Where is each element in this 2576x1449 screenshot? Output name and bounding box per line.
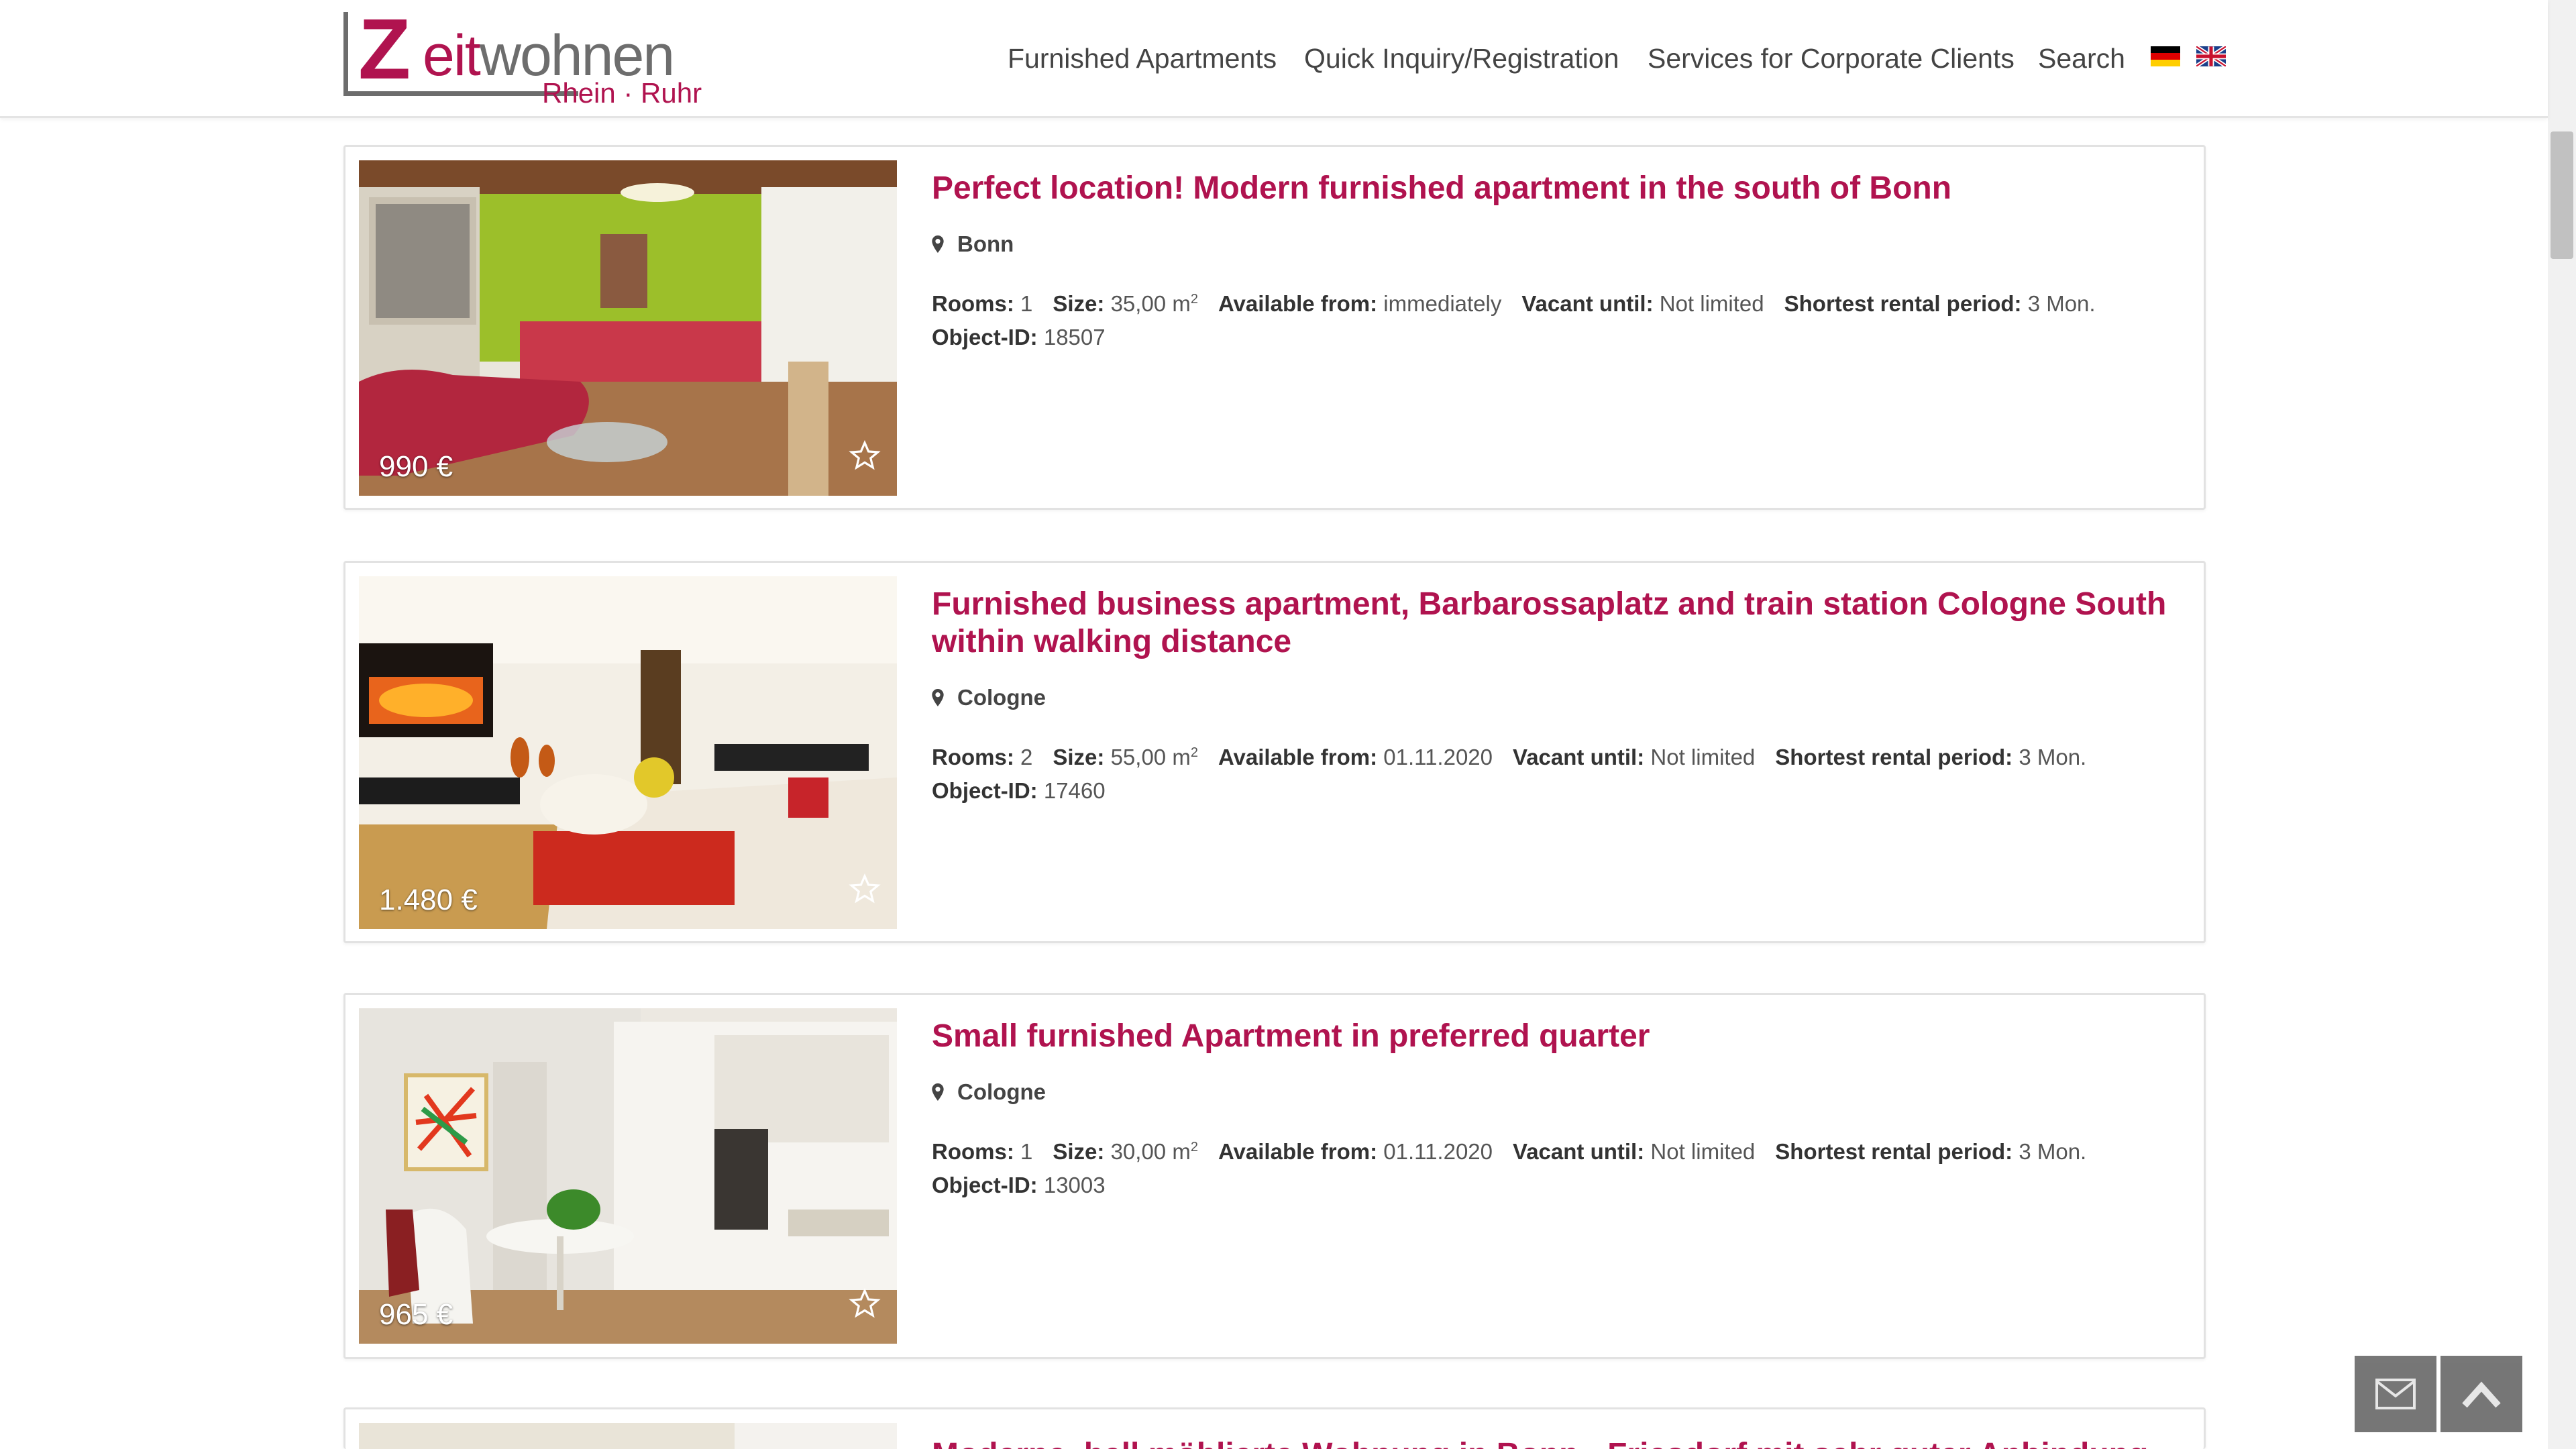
shortest-rental-value: 3 Mon. bbox=[2019, 745, 2087, 769]
location-label: Cologne bbox=[957, 685, 1046, 710]
available-from-label: Available from: bbox=[1218, 1139, 1378, 1164]
contact-button[interactable] bbox=[2355, 1356, 2436, 1432]
rooms-label: Rooms: bbox=[932, 745, 1014, 769]
vacant-until-label: Vacant until: bbox=[1513, 745, 1645, 769]
nav-search[interactable]: Search bbox=[2038, 43, 2125, 74]
rooms-value: 1 bbox=[1020, 1139, 1033, 1164]
listing-location: Bonn bbox=[932, 231, 1014, 257]
nav-furnished-apartments[interactable]: Furnished Apartments bbox=[1008, 43, 1277, 74]
object-id-value: 18507 bbox=[1043, 325, 1106, 350]
size-value: 30,00 m bbox=[1110, 1139, 1191, 1164]
shortest-rental-label: Shortest rental period: bbox=[1775, 1139, 2013, 1164]
size-unit-sup: 2 bbox=[1190, 1140, 1198, 1155]
listing-facts: Rooms: 1 Size: 35,00 m2 Available from: im… bbox=[932, 282, 2180, 354]
map-marker-icon bbox=[932, 235, 944, 253]
listing-card[interactable]: 990 € Perfect location! Modern furnished… bbox=[343, 145, 2206, 510]
listing-location: Cologne bbox=[932, 685, 1046, 710]
rooms-label: Rooms: bbox=[932, 291, 1014, 316]
vacant-until-value: Not limited bbox=[1659, 291, 1764, 316]
vacant-until-label: Vacant until: bbox=[1513, 1139, 1645, 1164]
listing-price: 990 € bbox=[379, 450, 453, 483]
nav-quick-inquiry[interactable]: Quick Inquiry/Registration bbox=[1304, 43, 1619, 74]
size-value: 55,00 m bbox=[1110, 745, 1191, 769]
location-label: Cologne bbox=[957, 1079, 1046, 1104]
listing-card[interactable]: 1.480 € Furnished business apartment, Ba… bbox=[343, 561, 2206, 943]
size-unit-sup: 2 bbox=[1190, 292, 1198, 307]
listing-photo[interactable]: 965 € bbox=[359, 1008, 897, 1344]
available-from-label: Available from: bbox=[1218, 291, 1378, 316]
shortest-rental-label: Shortest rental period: bbox=[1775, 745, 2013, 769]
listing-card[interactable]: 965 € Small furnished Apartment in prefe… bbox=[343, 993, 2206, 1359]
listing-title[interactable]: Perfect location! Modern furnished apart… bbox=[932, 170, 2180, 207]
listing-title[interactable]: Small furnished Apartment in preferred q… bbox=[932, 1018, 2180, 1055]
shortest-rental-label: Shortest rental period: bbox=[1784, 291, 2022, 316]
size-label: Size: bbox=[1053, 291, 1105, 316]
available-from-label: Available from: bbox=[1218, 745, 1378, 769]
map-marker-icon bbox=[932, 1083, 944, 1101]
rooms-value: 2 bbox=[1020, 745, 1033, 769]
star-outline-icon[interactable] bbox=[849, 873, 881, 905]
vacant-until-label: Vacant until: bbox=[1521, 291, 1654, 316]
main-nav: Furnished Apartments Quick Inquiry/Regis… bbox=[0, 0, 2548, 118]
listing-photo[interactable]: 990 € bbox=[359, 160, 897, 496]
available-from-value: immediately bbox=[1383, 291, 1502, 316]
back-to-top-button[interactable] bbox=[2440, 1356, 2522, 1432]
nav-corporate-services[interactable]: Services for Corporate Clients bbox=[1648, 43, 2015, 74]
map-marker-icon bbox=[932, 689, 944, 706]
available-from-value: 01.11.2020 bbox=[1383, 745, 1493, 769]
site-header: Z eitwohnen Rhein · Ruhr Furnished Apart… bbox=[0, 0, 2548, 118]
listing-price: 965 € bbox=[379, 1298, 453, 1331]
object-id-value: 13003 bbox=[1043, 1173, 1106, 1197]
listing-facts: Rooms: 1 Size: 30,00 m2 Available from: 01… bbox=[932, 1130, 2180, 1202]
size-label: Size: bbox=[1053, 1139, 1105, 1164]
object-id-value: 17460 bbox=[1043, 778, 1106, 803]
listing-title[interactable]: Moderne, hell möblierte Wohnung in Bonn … bbox=[932, 1436, 2180, 1449]
flag-uk-icon[interactable] bbox=[2196, 46, 2226, 66]
available-from-value: 01.11.2020 bbox=[1383, 1139, 1493, 1164]
size-value: 35,00 m bbox=[1110, 291, 1191, 316]
flag-de-icon[interactable] bbox=[2151, 46, 2180, 66]
listing-price: 1.480 € bbox=[379, 883, 478, 916]
object-id-label: Object-ID: bbox=[932, 1173, 1038, 1197]
listing-photo[interactable] bbox=[359, 1423, 897, 1449]
size-unit-sup: 2 bbox=[1190, 745, 1198, 760]
star-outline-icon[interactable] bbox=[849, 439, 881, 472]
scrollbar-thumb[interactable] bbox=[2551, 131, 2573, 259]
vacant-until-value: Not limited bbox=[1650, 745, 1756, 769]
object-id-label: Object-ID: bbox=[932, 325, 1038, 350]
object-id-label: Object-ID: bbox=[932, 778, 1038, 803]
listing-photo[interactable]: 1.480 € bbox=[359, 576, 897, 929]
shortest-rental-value: 3 Mon. bbox=[2027, 291, 2096, 316]
size-label: Size: bbox=[1053, 745, 1105, 769]
vacant-until-value: Not limited bbox=[1650, 1139, 1756, 1164]
shortest-rental-value: 3 Mon. bbox=[2019, 1139, 2087, 1164]
rooms-label: Rooms: bbox=[932, 1139, 1014, 1164]
chevron-up-icon bbox=[2462, 1381, 2501, 1408]
location-label: Bonn bbox=[957, 231, 1014, 256]
page-scrollbar[interactable] bbox=[2548, 0, 2576, 1449]
listing-facts: Rooms: 2 Size: 55,00 m2 Available from: 01… bbox=[932, 736, 2180, 808]
listing-location: Cologne bbox=[932, 1079, 1046, 1105]
star-outline-icon[interactable] bbox=[849, 1287, 881, 1320]
envelope-icon bbox=[2375, 1379, 2416, 1409]
listing-card[interactable]: Moderne, hell möblierte Wohnung in Bonn … bbox=[343, 1407, 2206, 1449]
rooms-value: 1 bbox=[1020, 291, 1033, 316]
listing-title[interactable]: Furnished business apartment, Barbarossa… bbox=[932, 586, 2180, 661]
